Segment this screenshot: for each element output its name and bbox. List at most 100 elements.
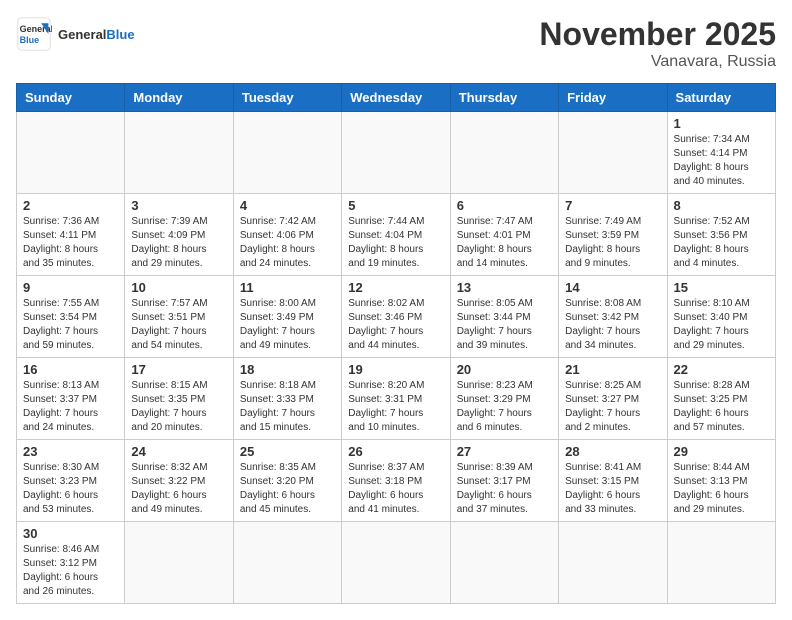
title-block: November 2025 Vanavara, Russia — [539, 16, 776, 71]
day-number: 19 — [348, 362, 443, 377]
calendar-cell: 3Sunrise: 7:39 AM Sunset: 4:09 PM Daylig… — [125, 194, 233, 276]
day-number: 24 — [131, 444, 226, 459]
weekday-header-friday: Friday — [559, 84, 667, 112]
calendar-cell: 26Sunrise: 8:37 AM Sunset: 3:18 PM Dayli… — [342, 440, 450, 522]
calendar-cell — [450, 522, 558, 604]
day-info: Sunrise: 8:35 AM Sunset: 3:20 PM Dayligh… — [240, 461, 335, 517]
calendar-cell: 29Sunrise: 8:44 AM Sunset: 3:13 PM Dayli… — [667, 440, 775, 522]
calendar-cell — [125, 522, 233, 604]
day-info: Sunrise: 8:25 AM Sunset: 3:27 PM Dayligh… — [565, 379, 660, 435]
day-info: Sunrise: 8:44 AM Sunset: 3:13 PM Dayligh… — [674, 461, 769, 517]
day-info: Sunrise: 7:57 AM Sunset: 3:51 PM Dayligh… — [131, 297, 226, 353]
weekday-header-saturday: Saturday — [667, 84, 775, 112]
calendar-cell: 12 Sunrise: 8:02 AM Sunset: 3:46 PM Dayli… — [342, 276, 450, 358]
day-info: Sunrise: 8:37 AM Sunset: 3:18 PM Dayligh… — [348, 461, 443, 517]
day-number: 6 — [457, 198, 552, 213]
day-info: Sunrise: 8:23 AM Sunset: 3:29 PM Dayligh… — [457, 379, 552, 435]
day-number: 17 — [131, 362, 226, 377]
weekday-header-monday: Monday — [125, 84, 233, 112]
day-number: 14 — [565, 280, 660, 295]
day-info: Sunrise: 7:34 AM Sunset: 4:14 PM Dayligh… — [674, 133, 769, 189]
calendar-cell — [17, 112, 125, 194]
calendar-week-row: 9 Sunrise: 7:55 AM Sunset: 3:54 PM Daylig… — [17, 276, 776, 358]
calendar-cell — [667, 522, 775, 604]
day-info: Sunrise: 7:49 AM Sunset: 3:59 PM Dayligh… — [565, 215, 660, 271]
calendar-table: SundayMondayTuesdayWednesdayThursdayFrid… — [16, 83, 776, 604]
weekday-header-thursday: Thursday — [450, 84, 558, 112]
weekday-header-row: SundayMondayTuesdayWednesdayThursdayFrid… — [17, 84, 776, 112]
day-info: Sunrise: 8:30 AM Sunset: 3:23 PM Dayligh… — [23, 461, 118, 517]
day-info: Sunrise: 8:39 AM Sunset: 3:17 PM Dayligh… — [457, 461, 552, 517]
day-number: 23 — [23, 444, 118, 459]
day-number: 2 — [23, 198, 118, 213]
day-info: Sunrise: 7:47 AM Sunset: 4:01 PM Dayligh… — [457, 215, 552, 271]
day-number: 13 — [457, 280, 552, 295]
day-number: 7 — [565, 198, 660, 213]
calendar-cell — [342, 112, 450, 194]
page-title: November 2025 — [539, 16, 776, 53]
day-info: Sunrise: 7:55 AM Sunset: 3:54 PM Dayligh… — [23, 297, 118, 353]
day-number: 8 — [674, 198, 769, 213]
logo: General Blue GeneralBlue — [16, 16, 135, 52]
calendar-cell: 8 Sunrise: 7:52 AM Sunset: 3:56 PM Daylig… — [667, 194, 775, 276]
day-info: Sunrise: 8:05 AM Sunset: 3:44 PM Dayligh… — [457, 297, 552, 353]
day-info: Sunrise: 8:41 AM Sunset: 3:15 PM Dayligh… — [565, 461, 660, 517]
calendar-cell: 30Sunrise: 8:46 AM Sunset: 3:12 PM Dayli… — [17, 522, 125, 604]
calendar-cell: 5Sunrise: 7:44 AM Sunset: 4:04 PM Daylig… — [342, 194, 450, 276]
svg-text:Blue: Blue — [20, 35, 40, 45]
day-info: Sunrise: 8:20 AM Sunset: 3:31 PM Dayligh… — [348, 379, 443, 435]
calendar-cell — [559, 112, 667, 194]
day-info: Sunrise: 8:13 AM Sunset: 3:37 PM Dayligh… — [23, 379, 118, 435]
day-number: 20 — [457, 362, 552, 377]
calendar-cell: 14 Sunrise: 8:08 AM Sunset: 3:42 PM Dayli… — [559, 276, 667, 358]
logo-text: GeneralBlue — [58, 27, 135, 42]
calendar-cell — [233, 522, 341, 604]
day-info: Sunrise: 8:00 AM Sunset: 3:49 PM Dayligh… — [240, 297, 335, 353]
day-info: Sunrise: 8:32 AM Sunset: 3:22 PM Dayligh… — [131, 461, 226, 517]
calendar-cell: 9 Sunrise: 7:55 AM Sunset: 3:54 PM Daylig… — [17, 276, 125, 358]
page-subtitle: Vanavara, Russia — [539, 53, 776, 71]
day-number: 15 — [674, 280, 769, 295]
calendar-cell: 4Sunrise: 7:42 AM Sunset: 4:06 PM Daylig… — [233, 194, 341, 276]
day-info: Sunrise: 8:10 AM Sunset: 3:40 PM Dayligh… — [674, 297, 769, 353]
day-info: Sunrise: 8:18 AM Sunset: 3:33 PM Dayligh… — [240, 379, 335, 435]
day-number: 11 — [240, 280, 335, 295]
calendar-cell — [450, 112, 558, 194]
calendar-cell: 28 Sunrise: 8:41 AM Sunset: 3:15 PM Dayli… — [559, 440, 667, 522]
day-info: Sunrise: 7:52 AM Sunset: 3:56 PM Dayligh… — [674, 215, 769, 271]
day-info: Sunrise: 8:46 AM Sunset: 3:12 PM Dayligh… — [23, 543, 118, 599]
calendar-cell: 24 Sunrise: 8:32 AM Sunset: 3:22 PM Dayli… — [125, 440, 233, 522]
day-number: 28 — [565, 444, 660, 459]
day-number: 3 — [131, 198, 226, 213]
day-number: 16 — [23, 362, 118, 377]
calendar-cell: 7 Sunrise: 7:49 AM Sunset: 3:59 PM Daylig… — [559, 194, 667, 276]
day-number: 12 — [348, 280, 443, 295]
calendar-week-row: 1Sunrise: 7:34 AM Sunset: 4:14 PM Daylig… — [17, 112, 776, 194]
logo-icon: General Blue — [16, 16, 52, 52]
calendar-cell: 18Sunrise: 8:18 AM Sunset: 3:33 PM Dayli… — [233, 358, 341, 440]
calendar-cell: 16 Sunrise: 8:13 AM Sunset: 3:37 PM Dayli… — [17, 358, 125, 440]
calendar-week-row: 30Sunrise: 8:46 AM Sunset: 3:12 PM Dayli… — [17, 522, 776, 604]
day-number: 22 — [674, 362, 769, 377]
weekday-header-sunday: Sunday — [17, 84, 125, 112]
day-info: Sunrise: 8:15 AM Sunset: 3:35 PM Dayligh… — [131, 379, 226, 435]
day-number: 4 — [240, 198, 335, 213]
day-number: 25 — [240, 444, 335, 459]
day-info: Sunrise: 7:44 AM Sunset: 4:04 PM Dayligh… — [348, 215, 443, 271]
calendar-cell: 10Sunrise: 7:57 AM Sunset: 3:51 PM Dayli… — [125, 276, 233, 358]
calendar-cell: 1Sunrise: 7:34 AM Sunset: 4:14 PM Daylig… — [667, 112, 775, 194]
calendar-cell: 21Sunrise: 8:25 AM Sunset: 3:27 PM Dayli… — [559, 358, 667, 440]
day-info: Sunrise: 8:02 AM Sunset: 3:46 PM Dayligh… — [348, 297, 443, 353]
calendar-cell: 20 Sunrise: 8:23 AM Sunset: 3:29 PM Dayli… — [450, 358, 558, 440]
calendar-cell — [342, 522, 450, 604]
calendar-week-row: 23 Sunrise: 8:30 AM Sunset: 3:23 PM Dayli… — [17, 440, 776, 522]
day-number: 9 — [23, 280, 118, 295]
day-info: Sunrise: 7:36 AM Sunset: 4:11 PM Dayligh… — [23, 215, 118, 271]
calendar-cell: 13 Sunrise: 8:05 AM Sunset: 3:44 PM Dayli… — [450, 276, 558, 358]
day-info: Sunrise: 8:28 AM Sunset: 3:25 PM Dayligh… — [674, 379, 769, 435]
calendar-cell: 15 Sunrise: 8:10 AM Sunset: 3:40 PM Dayli… — [667, 276, 775, 358]
weekday-header-wednesday: Wednesday — [342, 84, 450, 112]
day-info: Sunrise: 8:08 AM Sunset: 3:42 PM Dayligh… — [565, 297, 660, 353]
calendar-cell: 11 Sunrise: 8:00 AM Sunset: 3:49 PM Dayli… — [233, 276, 341, 358]
calendar-cell: 19 Sunrise: 8:20 AM Sunset: 3:31 PM Dayli… — [342, 358, 450, 440]
